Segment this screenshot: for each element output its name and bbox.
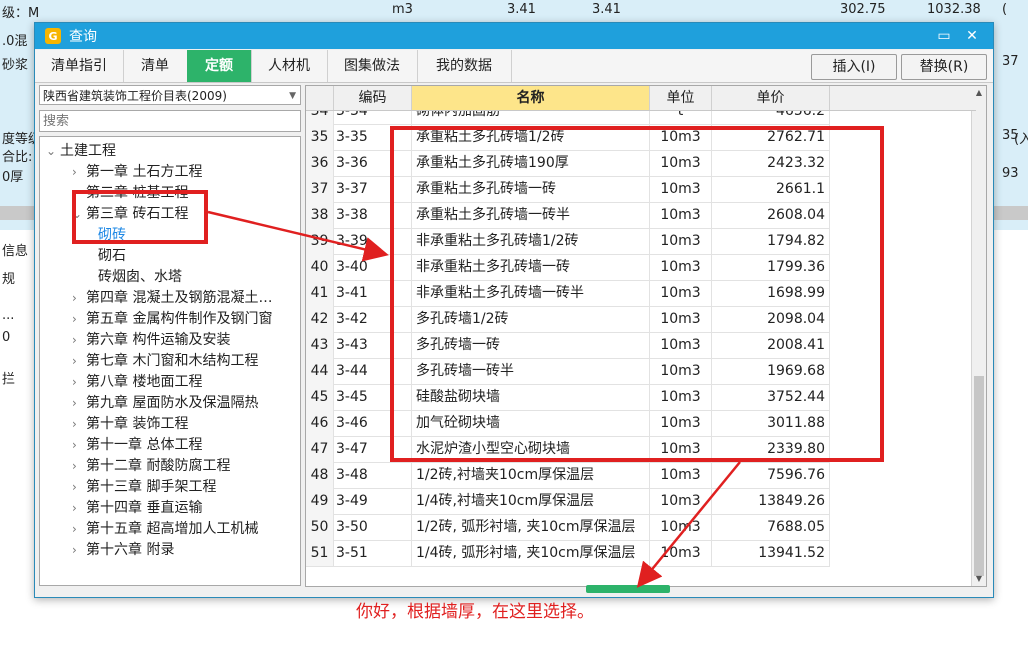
header-price[interactable]: 单价 — [712, 86, 830, 110]
annotation-note: 你好，根据墙厚，在这里选择。 — [356, 602, 594, 622]
header-unit[interactable]: 单位 — [650, 86, 712, 110]
header-code[interactable]: 编码 — [334, 86, 412, 110]
arrow-to-walls — [207, 210, 389, 262]
header-index — [306, 86, 334, 110]
header-name[interactable]: 名称 — [412, 86, 650, 110]
table-header: 编码 名称 单位 单价 — [306, 86, 976, 111]
arrow-to-grip — [636, 461, 741, 588]
